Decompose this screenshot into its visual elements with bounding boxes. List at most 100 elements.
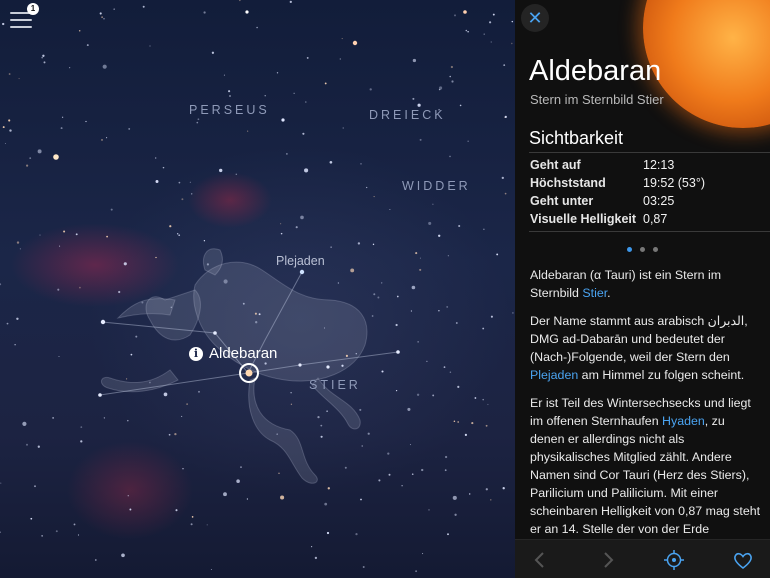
background-star (276, 72, 279, 74)
constellation-label-stier[interactable]: STIER (309, 378, 361, 392)
background-star (295, 226, 298, 229)
background-star (77, 534, 80, 536)
background-star (421, 468, 424, 472)
background-star (317, 415, 320, 419)
text: Der Name stammt aus arabisch الدبران, DM… (530, 314, 748, 364)
bright-star[interactable] (326, 365, 330, 369)
bright-star[interactable] (213, 331, 217, 335)
background-star (482, 327, 485, 330)
background-star (0, 531, 1, 533)
aldebaran-star[interactable] (245, 369, 253, 377)
heart-icon[interactable] (732, 549, 754, 571)
link-stier[interactable]: Stier (582, 286, 607, 300)
background-star (103, 17, 105, 20)
background-star (412, 97, 415, 100)
bright-star[interactable] (98, 393, 102, 397)
background-star (350, 268, 355, 273)
background-star (419, 257, 421, 259)
rise-value: 12:13 (643, 158, 675, 172)
close-button[interactable]: ✕ (521, 4, 549, 32)
bright-star[interactable] (53, 154, 59, 160)
chevron-left-icon[interactable] (529, 549, 551, 571)
background-star (482, 398, 484, 401)
selected-star-name: Aldebaran (209, 345, 278, 362)
background-star (415, 570, 418, 573)
background-star (264, 362, 267, 365)
background-star (314, 556, 318, 560)
background-star (302, 132, 305, 135)
background-star (127, 419, 129, 422)
bright-star[interactable] (281, 118, 285, 122)
background-star (79, 286, 81, 289)
background-star (409, 444, 412, 446)
constellation-label-widder[interactable]: WIDDER (402, 179, 471, 193)
background-star (254, 312, 257, 315)
background-star (366, 186, 368, 189)
background-star (19, 248, 21, 250)
text: Aldebaran (α Tauri) ist ein Stern im Ste… (530, 268, 722, 300)
background-star (210, 568, 212, 571)
background-star (186, 403, 188, 405)
background-star (305, 101, 307, 103)
background-star (412, 58, 417, 63)
background-star (174, 432, 177, 436)
background-star (457, 385, 460, 388)
bright-star[interactable] (396, 350, 400, 354)
background-star (459, 104, 462, 107)
background-star (483, 228, 485, 230)
notification-badge: 1 (27, 3, 39, 15)
crosshair-icon[interactable] (663, 549, 685, 571)
page-dot[interactable] (627, 247, 632, 252)
background-star (126, 378, 128, 380)
background-star (206, 263, 209, 266)
background-star (357, 242, 361, 245)
set-value: 03:25 (643, 194, 675, 208)
background-star (4, 143, 6, 144)
background-star (22, 421, 27, 426)
background-star (511, 42, 513, 45)
page-dot[interactable] (640, 247, 645, 252)
selected-star-label[interactable]: i Aldebaran (189, 345, 277, 362)
background-star (0, 482, 2, 484)
background-star (55, 530, 58, 533)
bright-star[interactable] (100, 319, 106, 325)
background-star (293, 92, 295, 94)
star-label-plejaden[interactable]: Plejaden (276, 254, 325, 268)
background-star (170, 306, 172, 308)
page-indicator[interactable] (515, 239, 770, 257)
background-star (223, 279, 228, 284)
background-star (432, 394, 435, 397)
description-paragraph: Aldebaran (α Tauri) ist ein Stern im Ste… (530, 266, 762, 302)
link-plejaden[interactable]: Plejaden (530, 368, 578, 382)
background-star (101, 139, 103, 141)
background-star (37, 445, 40, 448)
background-star (290, 403, 293, 405)
bright-star[interactable] (245, 10, 249, 14)
text: . (607, 286, 611, 300)
background-star (191, 516, 194, 518)
background-star (61, 116, 64, 118)
bright-star[interactable] (352, 40, 358, 46)
chevron-right-icon[interactable] (597, 549, 619, 571)
bright-star[interactable] (298, 363, 302, 367)
constellation-label-dreieck[interactable]: DREIECK (369, 108, 446, 122)
background-star (63, 230, 66, 233)
page-dot[interactable] (653, 247, 658, 252)
background-star (181, 198, 184, 201)
bright-star[interactable] (463, 10, 467, 14)
background-star (39, 234, 41, 236)
background-star (278, 472, 280, 474)
background-star (80, 426, 83, 428)
bright-star[interactable] (299, 269, 305, 275)
background-star (149, 381, 151, 384)
star-field (0, 0, 514, 573)
background-star (37, 149, 42, 154)
link-hyaden[interactable]: Hyaden (662, 414, 705, 428)
background-star (395, 389, 398, 392)
sky-map[interactable]: 1 PERSEUS DREIECK WIDDER STIER Plejaden … (0, 0, 515, 578)
background-star (360, 163, 362, 165)
background-star (457, 421, 460, 423)
info-icon[interactable]: i (189, 346, 203, 361)
constellation-label-perseus[interactable]: PERSEUS (189, 103, 270, 117)
background-star (223, 74, 225, 76)
